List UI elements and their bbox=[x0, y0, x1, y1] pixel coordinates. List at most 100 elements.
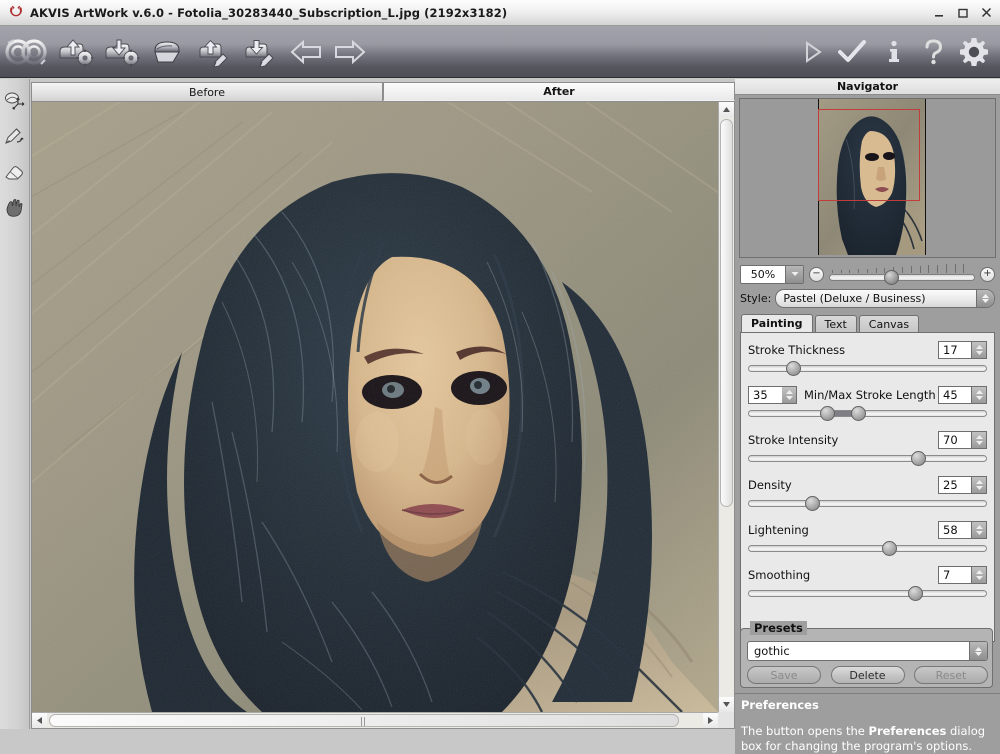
navigator-title: Navigator bbox=[735, 79, 1000, 95]
stroke-direction-icon[interactable] bbox=[0, 85, 28, 114]
stroke-length-max-spinner-icon[interactable] bbox=[972, 386, 987, 404]
style-label: Style: bbox=[740, 292, 771, 305]
run-icon[interactable] bbox=[790, 34, 834, 70]
zoom-slider-track bbox=[829, 274, 975, 281]
tab-before-label: Before bbox=[189, 86, 225, 99]
hint-text-before: The button opens the bbox=[741, 724, 869, 738]
scroll-left-arrow-icon[interactable] bbox=[32, 713, 47, 728]
export-strokes-icon[interactable] bbox=[238, 34, 282, 70]
density-spinner-icon[interactable] bbox=[972, 476, 987, 494]
print-icon[interactable] bbox=[146, 34, 190, 70]
zoom-slider-ticks bbox=[829, 264, 975, 273]
stroke-length-min-stepper[interactable]: 35 bbox=[748, 386, 797, 404]
density-handle[interactable] bbox=[805, 496, 820, 511]
lightening-track bbox=[748, 545, 987, 552]
zoom-slider[interactable] bbox=[829, 264, 975, 284]
zoom-controls: 50% − bbox=[740, 263, 995, 285]
tab-painting[interactable]: Painting bbox=[741, 314, 813, 332]
zoom-out-button[interactable]: − bbox=[809, 267, 824, 282]
artwork-image[interactable] bbox=[32, 102, 718, 712]
apply-check-icon[interactable] bbox=[830, 34, 874, 70]
tab-after[interactable]: After bbox=[383, 82, 735, 101]
smoothing-slider[interactable] bbox=[748, 585, 987, 601]
info-icon[interactable] bbox=[872, 34, 916, 70]
preset-save-button[interactable]: Save bbox=[747, 666, 821, 684]
stroke-intensity-value[interactable]: 70 bbox=[938, 431, 972, 449]
stroke-length-max-stepper[interactable]: 45 bbox=[938, 386, 987, 404]
presets-legend: Presets bbox=[750, 621, 807, 635]
smoothing-label: Smoothing bbox=[748, 568, 810, 582]
zoom-level-combo[interactable]: 50% bbox=[740, 265, 804, 284]
preset-spinner-icon[interactable] bbox=[969, 642, 987, 660]
lightening-slider[interactable] bbox=[748, 540, 987, 556]
stroke-length-min-value[interactable]: 35 bbox=[748, 386, 782, 404]
horizontal-scroll-thumb[interactable] bbox=[49, 714, 679, 727]
stroke-length-slider[interactable] bbox=[748, 405, 987, 421]
stroke-thickness-stepper[interactable]: 17 bbox=[938, 341, 987, 359]
chevron-down-icon[interactable] bbox=[785, 266, 803, 283]
stroke-thickness-handle[interactable] bbox=[786, 361, 801, 376]
left-tool-strip bbox=[0, 79, 30, 729]
smoothing-handle[interactable] bbox=[908, 586, 923, 601]
lightening-handle[interactable] bbox=[882, 541, 897, 556]
navigator-preview[interactable] bbox=[739, 98, 996, 258]
eraser-icon[interactable] bbox=[0, 157, 28, 186]
density-slider[interactable] bbox=[748, 495, 987, 511]
redo-arrow-icon[interactable] bbox=[326, 34, 370, 70]
canvas-vertical-scrollbar[interactable] bbox=[718, 102, 734, 712]
preset-combo[interactable]: gothic bbox=[747, 641, 988, 661]
canvas-horizontal-scrollbar[interactable] bbox=[32, 712, 718, 728]
scroll-up-arrow-icon[interactable] bbox=[719, 102, 734, 117]
navigator-selection-box[interactable] bbox=[818, 109, 920, 201]
presets-group: Presets gothic Save Delete Reset bbox=[740, 628, 993, 688]
smoothing-spinner-icon[interactable] bbox=[972, 566, 987, 584]
maximize-icon[interactable] bbox=[956, 6, 969, 19]
preset-reset-button[interactable]: Reset bbox=[914, 666, 988, 684]
zoom-slider-handle[interactable] bbox=[884, 270, 899, 285]
logo-rings-icon[interactable] bbox=[4, 34, 48, 70]
close-icon[interactable] bbox=[980, 6, 993, 19]
stroke-thickness-value[interactable]: 17 bbox=[938, 341, 972, 359]
tab-before[interactable]: Before bbox=[31, 82, 383, 101]
vertical-scroll-thumb[interactable] bbox=[720, 119, 733, 507]
stroke-intensity-handle[interactable] bbox=[911, 451, 926, 466]
minimize-icon[interactable] bbox=[932, 6, 945, 19]
undo-arrow-icon[interactable] bbox=[286, 34, 330, 70]
scroll-thumb-grip bbox=[361, 717, 367, 726]
lightening-spinner-icon[interactable] bbox=[972, 521, 987, 539]
lightening-value[interactable]: 58 bbox=[938, 521, 972, 539]
density-stepper[interactable]: 25 bbox=[938, 476, 987, 494]
stroke-length-max-value[interactable]: 45 bbox=[938, 386, 972, 404]
tab-text[interactable]: Text bbox=[815, 315, 857, 332]
smoothing-value[interactable]: 7 bbox=[938, 566, 972, 584]
zoom-out-label: − bbox=[812, 269, 820, 279]
hand-icon[interactable] bbox=[0, 193, 28, 222]
scroll-right-arrow-icon[interactable] bbox=[703, 713, 718, 728]
main-toolbar bbox=[0, 26, 1000, 78]
style-combo[interactable]: Pastel (Deluxe / Business) bbox=[775, 289, 995, 308]
save-image-icon[interactable] bbox=[100, 34, 144, 70]
stroke-length-max-handle[interactable] bbox=[851, 406, 866, 421]
akvis-artwork-window: AKVIS ArtWork v.6.0 - Fotolia_30283440_S… bbox=[0, 0, 1000, 754]
open-image-icon[interactable] bbox=[54, 34, 98, 70]
stroke-thickness-spinner-icon[interactable] bbox=[972, 341, 987, 359]
stroke-intensity-stepper[interactable]: 70 bbox=[938, 431, 987, 449]
gear-icon[interactable] bbox=[952, 34, 996, 70]
scroll-down-arrow-icon[interactable] bbox=[719, 697, 734, 712]
tab-canvas[interactable]: Canvas bbox=[859, 315, 919, 332]
zoom-in-button[interactable]: + bbox=[980, 267, 995, 282]
stroke-thickness-slider[interactable] bbox=[748, 360, 987, 376]
density-value[interactable]: 25 bbox=[938, 476, 972, 494]
stroke-length-min-handle[interactable] bbox=[820, 406, 835, 421]
stroke-length-min-spinner-icon[interactable] bbox=[782, 386, 797, 404]
import-strokes-icon[interactable] bbox=[192, 34, 236, 70]
help-question-icon[interactable] bbox=[912, 34, 956, 70]
lightening-stepper[interactable]: 58 bbox=[938, 521, 987, 539]
preset-save-label: Save bbox=[770, 669, 797, 682]
pencil-direction-icon[interactable] bbox=[0, 121, 28, 150]
smoothing-stepper[interactable]: 7 bbox=[938, 566, 987, 584]
style-spinner-icon[interactable] bbox=[976, 290, 994, 307]
preset-delete-button[interactable]: Delete bbox=[831, 666, 905, 684]
stroke-intensity-spinner-icon[interactable] bbox=[972, 431, 987, 449]
stroke-intensity-slider[interactable] bbox=[748, 450, 987, 466]
